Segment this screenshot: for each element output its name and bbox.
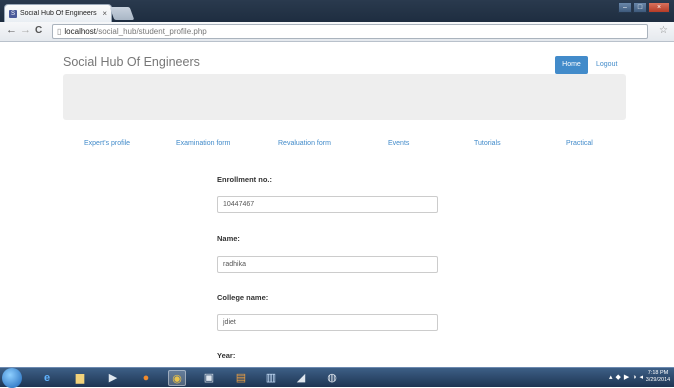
start-orb-icon[interactable] (2, 368, 22, 388)
browser-tab[interactable]: S Social Hub Of Engineers × (4, 4, 112, 22)
document-icon[interactable]: ◢ (292, 370, 310, 386)
paint-brush-icon[interactable]: ◍ (323, 370, 341, 386)
chrome-icon[interactable]: ◉ (168, 370, 186, 386)
menu-item-examination-form[interactable]: Examination form (176, 140, 230, 147)
year-label: Year: (217, 351, 236, 360)
url-host: localhost (64, 27, 96, 36)
file-explorer-icon[interactable]: ▆ (71, 370, 89, 386)
system-tray-icons[interactable]: ▴◆▶◑◂ (609, 373, 646, 381)
brand-title[interactable]: Social Hub Of Engineers (63, 55, 200, 69)
maximize-icon[interactable]: □ (633, 2, 647, 13)
forward-icon[interactable]: → (20, 24, 31, 36)
menu-item-practical[interactable]: Practical (566, 140, 593, 147)
address-bar[interactable]: ▯ localhost/social_hub/student_profile.ph… (52, 24, 648, 39)
logout-link[interactable]: Logout (596, 61, 617, 68)
name-field[interactable]: radhika (217, 256, 438, 273)
bookmark-star-icon[interactable]: ☆ (659, 25, 668, 36)
tab-title: Social Hub Of Engineers (20, 10, 97, 17)
minimize-icon[interactable]: – (618, 2, 632, 13)
close-window-icon[interactable]: × (648, 2, 670, 13)
notepad-icon[interactable]: ▥ (262, 370, 280, 386)
favicon-icon: S (9, 9, 17, 18)
page-content: Social Hub Of Engineers Home Logout Expe… (0, 43, 674, 367)
clock-time: 7:18 PM (647, 370, 669, 376)
paint-icon[interactable]: ▤ (232, 370, 250, 386)
page-icon: ▯ (57, 27, 62, 36)
menu-item-revaluation-form[interactable]: Revaluation form (278, 140, 331, 147)
home-button[interactable]: Home (555, 56, 588, 74)
back-icon[interactable]: ← (6, 24, 17, 36)
tab-close-icon[interactable]: × (102, 9, 107, 18)
browser-titlebar: S Social Hub Of Engineers × – □ × (0, 0, 674, 22)
firefox-icon[interactable]: ● (137, 370, 155, 386)
header-banner (63, 74, 626, 120)
url-path: /social_hub/student_profile.php (95, 27, 207, 36)
college-field[interactable]: jdiet (217, 314, 438, 331)
menu-item-tutorials[interactable]: Tutorials (474, 140, 501, 147)
clock[interactable]: 7:18 PM 3/29/2014 (644, 370, 672, 384)
window-controls: – □ × (618, 2, 670, 13)
college-label: College name: (217, 293, 269, 302)
enrollment-label: Enrollment no.: (217, 175, 272, 184)
terminal-icon[interactable]: ▣ (200, 370, 218, 386)
new-tab-button[interactable] (109, 7, 135, 20)
clock-date: 3/29/2014 (645, 377, 671, 383)
media-player-icon[interactable]: ▶ (104, 370, 122, 386)
menu-item-experts-profile[interactable]: Expert's profile (84, 140, 130, 147)
reload-icon[interactable]: C (35, 25, 42, 36)
enrollment-field[interactable]: 10447467 (217, 196, 438, 213)
internet-explorer-icon[interactable]: e (38, 370, 56, 386)
browser-toolbar: ← → C ▯ localhost/social_hub/student_prof… (0, 22, 674, 42)
name-label: Name: (217, 234, 240, 243)
menu-item-events[interactable]: Events (388, 140, 409, 147)
taskbar: e ▆ ▶ ● ◉ ▣ ▤ ▥ ◢ ◍ ▴◆▶◑◂ 7:18 PM 3/29/2… (0, 367, 674, 388)
